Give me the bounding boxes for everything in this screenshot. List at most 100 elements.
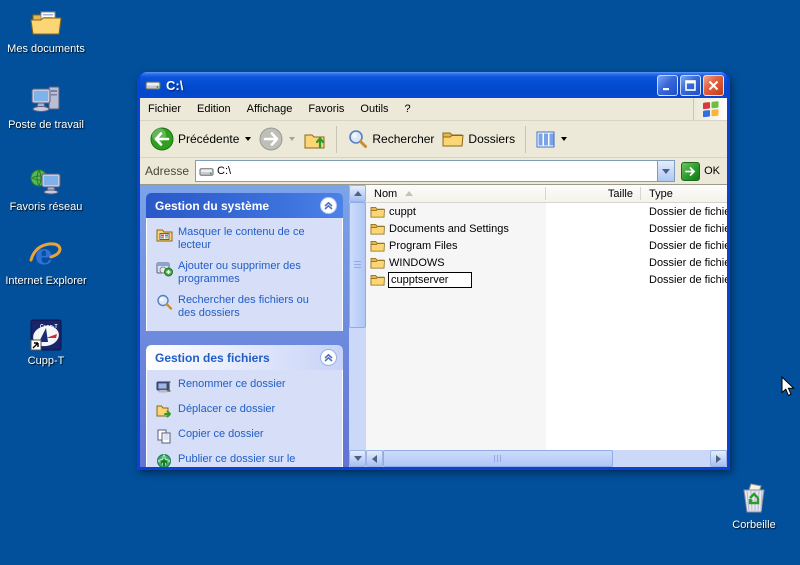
cupp-t-shortcut-icon: Cupp-T [29,318,63,352]
column-header-nom[interactable]: Nom [366,185,546,202]
task-add-remove-programs[interactable]: Ajouter ou supprimer des programmes [156,260,336,286]
minimize-button[interactable] [657,75,678,96]
filelist-horizontal-scrollbar[interactable] [366,450,727,467]
collapse-chevron-icon[interactable] [320,197,337,214]
menu-favoris[interactable]: Favoris [300,98,352,120]
back-button[interactable]: Précédente [146,125,255,153]
file-row-cuppt[interactable]: cuppt Dossier de fichier [366,203,727,220]
windows-logo [693,98,727,120]
horizontal-scroll-thumb[interactable] [383,450,613,467]
menu-affichage[interactable]: Affichage [239,98,301,120]
address-input[interactable] [217,162,657,180]
task-hide-drive-contents[interactable]: Masquer le contenu de ce lecteur [156,226,336,252]
publish-web-icon [156,453,173,467]
panel-gestion-des-fichiers: Gestion des fichiers [146,345,343,467]
maximize-button[interactable] [680,75,701,96]
back-icon [150,127,174,151]
folders-button[interactable]: Dossiers [438,127,519,151]
move-folder-icon [156,403,173,420]
file-row-documents-and-settings[interactable]: Documents and Settings Dossier de fichie… [366,220,727,237]
views-button[interactable] [532,129,571,150]
column-header-type[interactable]: Type [641,185,727,202]
folders-label: Dossiers [468,132,515,146]
task-label: Déplacer ce dossier [178,403,275,416]
menu-outils[interactable]: Outils [352,98,396,120]
desktop-icon-corbeille[interactable]: Corbeille [708,482,800,532]
toolbar-separator [525,126,526,153]
column-header-row: Nom Taille Type [366,185,727,203]
file-list: Nom Taille Type [366,185,727,450]
file-row-program-files[interactable]: Program Files Dossier de fichier [366,237,727,254]
task-label: Masquer le contenu de ce lecteur [178,226,320,252]
desktop-icon-mes-documents[interactable]: Mes documents [0,6,92,56]
views-dropdown-caret[interactable] [561,137,567,141]
window-title: C:\ [166,78,657,93]
scroll-down-button[interactable] [349,450,366,467]
forward-icon [259,127,283,151]
copy-folder-icon [156,428,173,445]
task-search-files[interactable]: Rechercher des fichiers ou des dossiers [156,294,336,320]
address-dropdown-button[interactable] [657,161,674,181]
desktop-icon-favoris-reseau[interactable]: Favoris réseau [0,164,92,214]
desktop-icon-internet-explorer[interactable]: e Internet Explorer [0,238,92,288]
svg-text:Cupp-T: Cupp-T [40,324,58,330]
search-icon [347,129,368,150]
window-titlebar[interactable]: C:\ [140,72,727,98]
panel-body: Renommer ce dossier Déplacer ce dossier [146,370,343,467]
file-row-windows[interactable]: WINDOWS Dossier de fichier [366,254,727,271]
desktop-icon-label: Poste de travail [0,119,92,132]
up-button[interactable] [299,126,330,153]
forward-dropdown-caret [289,137,295,141]
explorer-window: C:\ Fichier Edition Affichage Favoris [137,72,730,470]
search-label: Rechercher [372,132,434,146]
desktop-icon-cupp-t[interactable]: Cupp-T Cupp-T [0,318,92,368]
close-button[interactable] [703,75,724,96]
taskpane-vertical-scrollbar[interactable] [349,185,366,467]
network-places-icon [29,164,63,198]
task-rename-folder[interactable]: Renommer ce dossier [156,378,336,395]
collapse-chevron-icon[interactable] [320,349,337,366]
rename-input[interactable] [389,273,471,286]
sort-ascending-icon [405,191,413,196]
go-label: OK [704,165,720,177]
panel-header-system[interactable]: Gestion du système [146,193,343,218]
desktop-icon-label: Favoris réseau [0,201,92,214]
menu-fichier[interactable]: Fichier [140,98,189,120]
desktop-icon-poste-de-travail[interactable]: Poste de travail [0,82,92,132]
drive-icon [199,164,214,179]
vertical-scroll-thumb[interactable] [349,202,366,328]
explorer-content: Gestion du système [140,185,727,467]
task-pane: Gestion du système [140,185,349,467]
task-copy-folder[interactable]: Copier ce dossier [156,428,336,445]
folder-icon [370,222,385,235]
my-computer-icon [29,82,63,116]
folder-icon [370,256,385,269]
hide-drive-contents-icon [156,226,173,243]
scroll-up-button[interactable] [349,185,366,202]
rename-edit-box[interactable] [388,272,472,288]
scroll-right-button[interactable] [710,450,727,467]
task-label: Renommer ce dossier [178,378,286,391]
search-button[interactable]: Rechercher [343,127,438,152]
menu-aide[interactable]: ? [397,98,419,120]
column-header-taille[interactable]: Taille [546,185,641,202]
panel-header-files[interactable]: Gestion des fichiers [146,345,343,370]
forward-button[interactable] [255,125,299,153]
desktop-icon-label: Cupp-T [0,355,92,368]
address-label: Adresse [145,164,189,178]
file-row-cupptserver-renaming[interactable]: Dossier de fichier [366,271,727,288]
mouse-cursor [781,376,796,398]
scroll-left-button[interactable] [366,450,383,467]
folder-icon [370,239,385,252]
back-dropdown-caret[interactable] [245,137,251,141]
menu-edition[interactable]: Edition [189,98,239,120]
recycle-bin-icon [737,482,771,516]
panel-title: Gestion du système [155,199,269,213]
address-combobox[interactable] [195,160,675,182]
folder-up-icon [303,128,326,151]
rename-icon [156,378,173,395]
go-button[interactable]: OK [681,162,722,181]
folder-icon [370,205,385,218]
task-publish-web[interactable]: Publier ce dossier sur le Web [156,453,336,467]
task-move-folder[interactable]: Déplacer ce dossier [156,403,336,420]
